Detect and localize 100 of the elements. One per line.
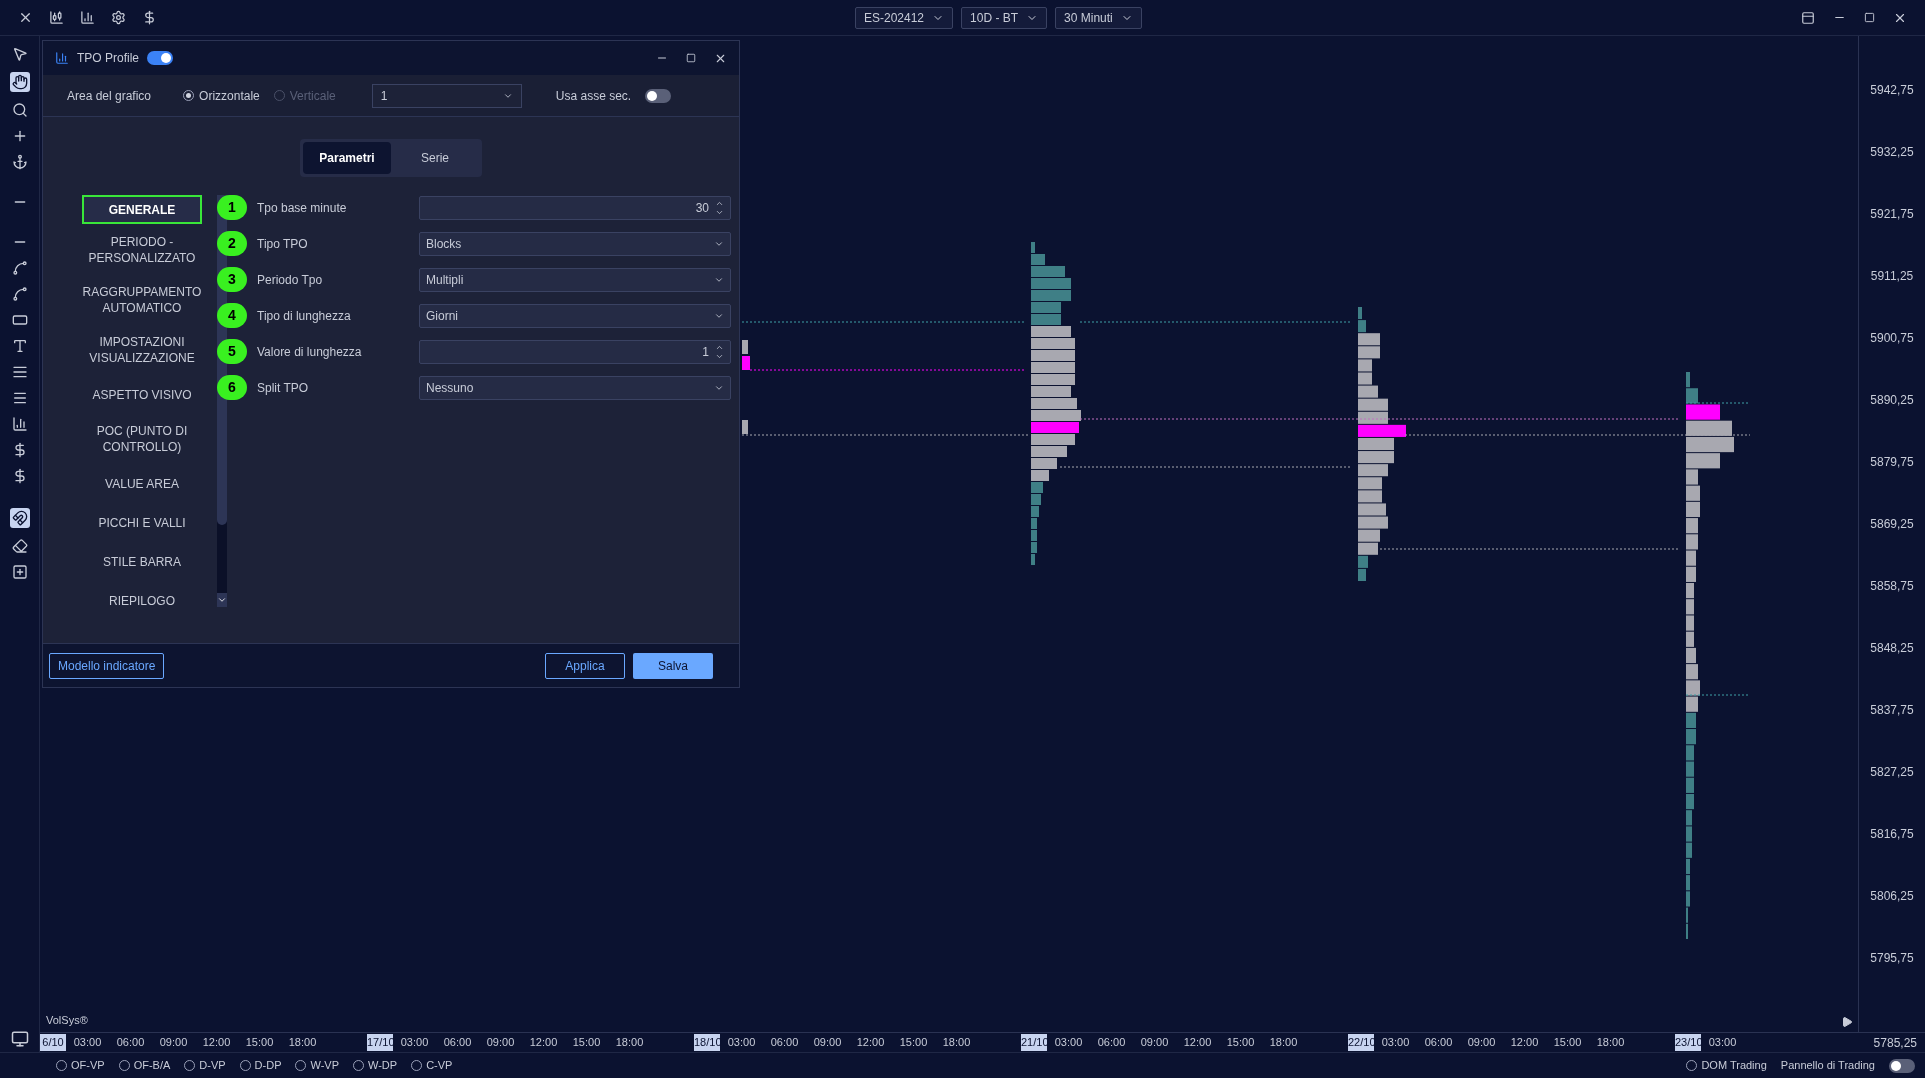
enable-toggle[interactable]: [147, 51, 173, 65]
time-label: 03:00: [399, 1035, 430, 1051]
dropdown[interactable]: Giorni: [419, 303, 731, 328]
candlestick-icon[interactable]: [49, 10, 64, 25]
time-label: 09:00: [158, 1035, 189, 1051]
study-label: W-DP: [368, 1058, 398, 1074]
section-item[interactable]: IMPOSTAZIONI VISUALIZZAZIONE: [82, 330, 202, 370]
time-label: 03:00: [1380, 1035, 1411, 1051]
price-label: 5890,25: [1870, 392, 1914, 408]
dropdown[interactable]: Multipli: [419, 267, 731, 292]
action-button[interactable]: Salva: [633, 652, 713, 679]
study-label: OF-VP: [71, 1058, 105, 1074]
pointer-icon[interactable]: [11, 46, 28, 62]
tab[interactable]: Serie: [391, 142, 479, 174]
section-item[interactable]: PERIODO - PERSONALIZZATO: [82, 230, 202, 270]
price-label: 5932,25: [1870, 144, 1914, 160]
step-number: 5: [217, 339, 247, 364]
time-label: 12:00: [201, 1035, 232, 1051]
time-label: 15:00: [571, 1035, 602, 1051]
settings-icon[interactable]: [111, 10, 126, 25]
time-label: 12:00: [1182, 1035, 1213, 1051]
bar-chart-icon[interactable]: [80, 10, 95, 25]
trading-panel-toggle[interactable]: [1889, 1058, 1915, 1073]
lines-icon[interactable]: [11, 364, 28, 380]
maximize-icon[interactable]: [686, 53, 696, 63]
eraser-icon[interactable]: [11, 538, 28, 554]
price-label: 5858,75: [1870, 578, 1914, 594]
section-item[interactable]: RAGGRUPPAMENTO AUTOMATICO: [82, 280, 202, 320]
time-label: 18:00: [1595, 1035, 1626, 1051]
indicator-icon: [55, 51, 69, 65]
section-item[interactable]: VALUE AREA: [82, 469, 202, 498]
dialog-title: TPO Profile: [77, 50, 139, 67]
search-icon[interactable]: [11, 102, 28, 118]
number-field[interactable]: 30: [419, 195, 731, 220]
secondary-axis-toggle[interactable]: [645, 88, 672, 103]
dropdown[interactable]: Nessuno: [419, 375, 731, 400]
step-number: 3: [217, 267, 247, 292]
price-label: 5911,25: [1870, 268, 1914, 284]
dropdown[interactable]: ES-202412: [855, 6, 954, 29]
magnet-icon[interactable]: [9, 508, 30, 528]
price-label: 5785,25: [1873, 1034, 1917, 1052]
dropdown[interactable]: 10D - BT: [961, 6, 1048, 29]
price-label: 5942,75: [1870, 82, 1914, 98]
maximize-icon[interactable]: [1864, 12, 1875, 23]
hand-icon[interactable]: [9, 72, 30, 92]
param-label: Tipo TPO: [257, 235, 309, 253]
trend-line-icon[interactable]: [11, 260, 28, 276]
section-item[interactable]: ASPETTO VISIVO: [82, 380, 202, 409]
study-label: D-VP: [199, 1058, 226, 1074]
time-label: 03:00: [72, 1035, 103, 1051]
radio-label: Orizzontale: [199, 87, 260, 105]
price-label: 5827,25: [1870, 764, 1914, 780]
section-item[interactable]: STILE BARRA: [82, 547, 202, 576]
section-item[interactable]: RIEPILOGO: [82, 586, 202, 615]
time-label: 15:00: [898, 1035, 929, 1051]
rectangle-icon[interactable]: [11, 312, 28, 328]
section-item[interactable]: POC (PUNTO DI CONTROLLO): [82, 419, 202, 459]
param-label: Split TPO: [257, 379, 310, 397]
date-label: 6/10: [40, 1034, 66, 1051]
tab[interactable]: Parametri: [303, 142, 391, 174]
number-field[interactable]: 1: [419, 339, 731, 364]
area-select[interactable]: 1: [371, 83, 522, 108]
time-label: 09:00: [812, 1035, 843, 1051]
price-label: 5816,75: [1870, 826, 1914, 842]
time-label: 09:00: [1139, 1035, 1170, 1051]
close-icon[interactable]: [18, 10, 33, 25]
template-button[interactable]: Modello indicatore: [49, 652, 165, 679]
study-label: W-VP: [310, 1058, 339, 1074]
dollar-icon[interactable]: [142, 10, 157, 25]
time-label: 15:00: [244, 1035, 275, 1051]
menu-icon[interactable]: [11, 390, 28, 406]
time-label: 06:00: [115, 1035, 146, 1051]
radio-label: Verticale: [289, 87, 336, 105]
dropdown[interactable]: 30 Minuti: [1055, 6, 1142, 29]
add-shape-icon[interactable]: [11, 564, 28, 580]
secondary-axis-label: Usa asse sec.: [555, 87, 632, 105]
time-label: 06:00: [769, 1035, 800, 1051]
trading-panel-label: Pannello di Trading: [1780, 1058, 1875, 1074]
play-icon[interactable]: [1841, 1016, 1853, 1028]
scroll-down-icon[interactable]: [217, 593, 227, 607]
time-label: 12:00: [1509, 1035, 1540, 1051]
action-button[interactable]: Applica: [545, 652, 625, 679]
time-label: 03:00: [1707, 1035, 1738, 1051]
step-number: 1: [217, 195, 247, 220]
area-label: Area del grafico: [67, 87, 152, 105]
text-icon[interactable]: [11, 338, 28, 354]
time-label: 06:00: [442, 1035, 473, 1051]
section-item[interactable]: GENERALE: [82, 195, 202, 224]
monitor-icon[interactable]: [10, 1030, 29, 1048]
anchor-icon[interactable]: [11, 154, 28, 170]
study-label: OF-B/A: [133, 1058, 171, 1074]
time-label: 03:00: [726, 1035, 757, 1051]
time-label: 09:00: [1466, 1035, 1497, 1051]
time-label: 12:00: [528, 1035, 559, 1051]
time-label: 18:00: [614, 1035, 645, 1051]
dropdown[interactable]: Blocks: [419, 231, 731, 256]
section-item[interactable]: PICCHI E VALLI: [82, 508, 202, 537]
param-label: Valore di lunghezza: [257, 343, 363, 361]
layout-icon[interactable]: [1801, 10, 1815, 25]
price-label: 5806,25: [1870, 888, 1914, 904]
